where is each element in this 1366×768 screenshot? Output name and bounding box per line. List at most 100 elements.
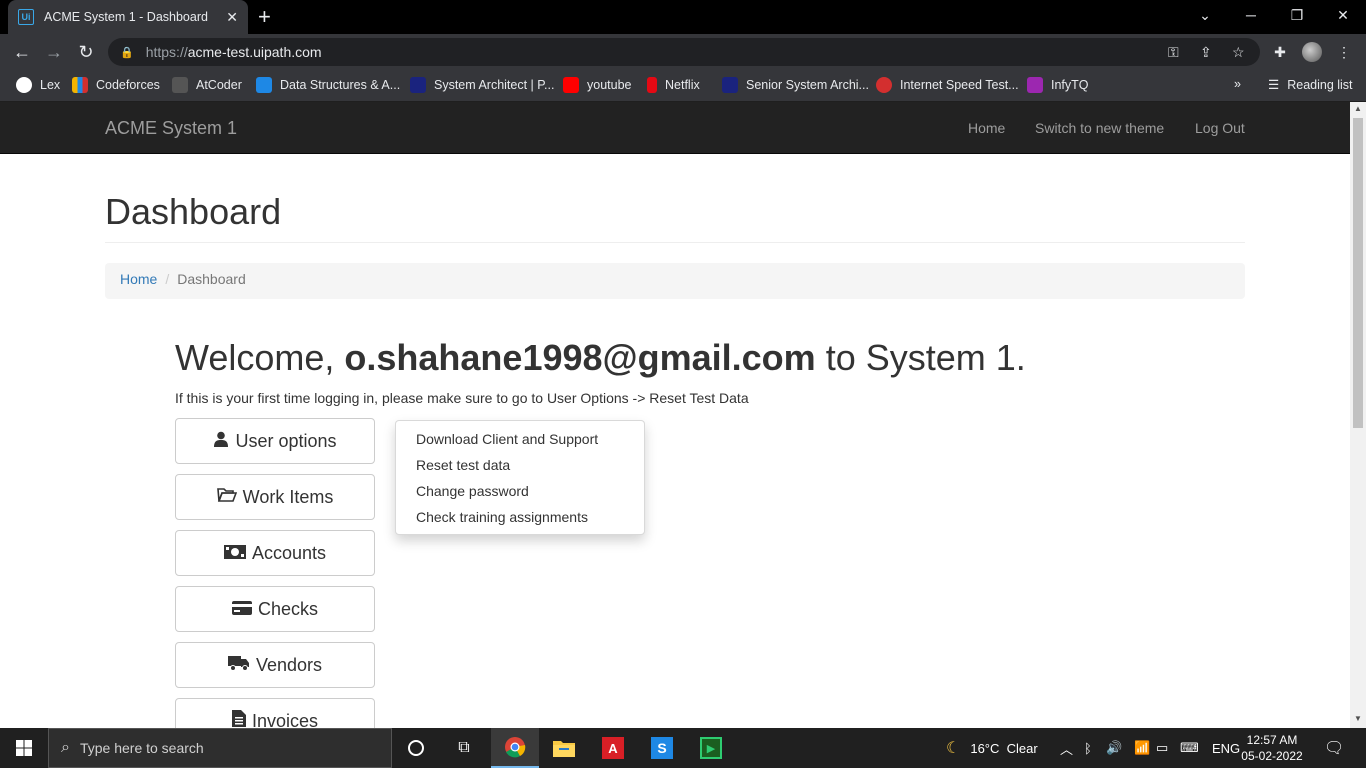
restore-button[interactable]: ❐ xyxy=(1274,0,1320,30)
bookmark-system-architect[interactable]: System Architect | P... xyxy=(410,77,554,93)
bluetooth-icon[interactable]: ᛒ xyxy=(1084,728,1092,768)
page-viewport: ACME System 1 Home Switch to new theme L… xyxy=(0,102,1350,728)
truck-icon xyxy=(227,655,250,676)
weather-widget[interactable]: ☾ 16°C Clear xyxy=(946,728,1038,768)
chrome-icon xyxy=(505,737,526,758)
uipath-studio-icon: S xyxy=(651,737,673,759)
scroll-up-icon[interactable]: ▲ xyxy=(1354,104,1362,113)
more-bookmarks-icon[interactable]: » xyxy=(1234,77,1241,91)
minimize-button[interactable]: ─ xyxy=(1228,0,1274,30)
task-view-button[interactable]: ⧉ xyxy=(440,728,488,768)
netflix-icon xyxy=(647,77,657,93)
bookmark-senior-system-architect[interactable]: Senior System Archi... xyxy=(722,77,869,93)
lock-icon[interactable]: 🔒 xyxy=(120,46,134,59)
credit-card-icon xyxy=(231,599,252,620)
page-header: Dashboard xyxy=(105,192,1245,243)
site-icon xyxy=(410,77,426,93)
money-icon xyxy=(223,543,246,564)
welcome-username: o.shahane1998@gmail.com xyxy=(344,337,816,378)
moon-icon: ☾ xyxy=(946,740,961,757)
bookmark-internet-speed-test[interactable]: Internet Speed Test... xyxy=(876,77,1019,93)
bookmark-star-icon[interactable]: ☆ xyxy=(1232,44,1245,61)
site-icon xyxy=(722,77,738,93)
bookmark-youtube[interactable]: youtube xyxy=(563,77,631,93)
language-indicator[interactable]: ENG xyxy=(1212,728,1240,768)
work-items-button[interactable]: Work Items xyxy=(175,474,375,520)
nav-logout-link[interactable]: Log Out xyxy=(1195,120,1245,136)
uipath-favicon-icon: Ui xyxy=(18,9,34,25)
user-options-dropdown: Download Client and Support Reset test d… xyxy=(395,420,645,535)
bookmark-lex[interactable]: Lex xyxy=(16,77,60,93)
acrobat-icon: A xyxy=(602,737,624,759)
battery-icon[interactable]: ▭ xyxy=(1156,728,1168,768)
welcome-heading: Welcome, o.shahane1998@gmail.com to Syst… xyxy=(175,337,1026,378)
check-training-menu-item[interactable]: Check training assignments xyxy=(396,504,644,530)
windows-start-button[interactable] xyxy=(0,728,48,768)
bookmark-atcoder[interactable]: AtCoder xyxy=(172,77,242,93)
bookmark-infytq[interactable]: InfyTQ xyxy=(1027,77,1089,93)
reload-button[interactable]: ↻ xyxy=(74,40,98,64)
tab-title: ACME System 1 - Dashboard xyxy=(44,10,208,24)
bookmark-netflix[interactable]: Netflix xyxy=(647,77,700,93)
udemy-icon xyxy=(256,77,272,93)
tab-search-chevron-icon[interactable]: ⌄ xyxy=(1182,0,1228,30)
cortana-button[interactable] xyxy=(392,728,440,768)
key-icon[interactable]: ⚿ xyxy=(1168,44,1179,61)
scroll-down-icon[interactable]: ▼ xyxy=(1354,714,1362,723)
invoices-button[interactable]: Invoices xyxy=(175,698,375,728)
browser-menu-icon[interactable]: ⋮ xyxy=(1334,42,1354,62)
taskbar-file-explorer[interactable] xyxy=(540,728,588,768)
scroll-thumb[interactable] xyxy=(1353,118,1363,428)
taskbar-chrome[interactable] xyxy=(491,728,539,768)
lex-icon xyxy=(16,77,32,93)
volume-icon[interactable]: 🔊 xyxy=(1106,728,1122,768)
keyboard-icon[interactable]: ⌨ xyxy=(1180,728,1199,768)
new-tab-button[interactable]: + xyxy=(258,4,271,30)
page-scrollbar[interactable]: ▲ ▼ xyxy=(1350,102,1366,728)
taskbar-uipath-studio[interactable]: S xyxy=(638,728,686,768)
vendors-button[interactable]: Vendors xyxy=(175,642,375,688)
nav-switch-theme-link[interactable]: Switch to new theme xyxy=(1035,120,1164,136)
taskbar-search-input[interactable]: ⌕ Type here to search xyxy=(48,728,392,768)
taskbar-acrobat[interactable]: A xyxy=(589,728,637,768)
nav-home-link[interactable]: Home xyxy=(968,120,1005,136)
extensions-icon[interactable]: ✚ xyxy=(1270,42,1290,62)
share-icon[interactable]: ⇪ xyxy=(1200,44,1212,61)
profile-avatar[interactable] xyxy=(1302,42,1322,62)
browser-tab[interactable]: Ui ACME System 1 - Dashboard ✕ xyxy=(8,0,248,34)
change-password-menu-item[interactable]: Change password xyxy=(396,478,644,504)
speedometer-icon xyxy=(876,77,892,93)
download-client-menu-item[interactable]: Download Client and Support xyxy=(396,426,644,452)
checks-button[interactable]: Checks xyxy=(175,586,375,632)
folder-open-icon xyxy=(216,487,237,508)
user-options-button[interactable]: User options xyxy=(175,418,375,464)
codeforces-icon xyxy=(72,77,88,93)
first-login-hint: If this is your first time logging in, p… xyxy=(175,390,749,406)
atcoder-icon xyxy=(172,77,188,93)
close-window-button[interactable]: ✕ xyxy=(1320,0,1366,30)
breadcrumb-home-link[interactable]: Home xyxy=(120,271,157,287)
bookmark-codeforces[interactable]: Codeforces xyxy=(72,77,160,93)
show-hidden-icons-icon[interactable]: ︿ xyxy=(1060,728,1073,768)
file-text-icon xyxy=(231,710,246,728)
navbar-brand[interactable]: ACME System 1 xyxy=(105,118,237,139)
windows-logo-icon xyxy=(16,740,32,756)
cortana-circle-icon xyxy=(408,740,424,756)
bookmark-data-structures[interactable]: Data Structures & A... xyxy=(256,77,400,93)
accounts-button[interactable]: Accounts xyxy=(175,530,375,576)
breadcrumb-current: Dashboard xyxy=(177,271,246,287)
taskbar-uipath-assistant[interactable]: ▶ xyxy=(687,728,735,768)
address-bar[interactable]: 🔒 https://acme-test.uipath.com ⚿ ⇪ ☆ xyxy=(108,38,1260,66)
reading-list-icon: ☰ xyxy=(1268,78,1280,92)
search-icon: ⌕ xyxy=(61,739,70,756)
wifi-icon[interactable]: 📶 xyxy=(1134,728,1150,768)
close-tab-icon[interactable]: ✕ xyxy=(226,9,238,26)
back-button[interactable]: ← xyxy=(10,40,34,64)
folder-icon xyxy=(553,741,575,757)
forward-button[interactable]: → xyxy=(42,40,66,64)
clock[interactable]: 12:57 AM 05-02-2022 xyxy=(1240,732,1304,764)
reading-list-button[interactable]: ☰ Reading list xyxy=(1268,77,1353,93)
url-text: https://acme-test.uipath.com xyxy=(145,44,322,60)
notification-center-icon[interactable]: 🗨 xyxy=(1324,728,1344,768)
reset-test-data-menu-item[interactable]: Reset test data xyxy=(396,452,644,478)
